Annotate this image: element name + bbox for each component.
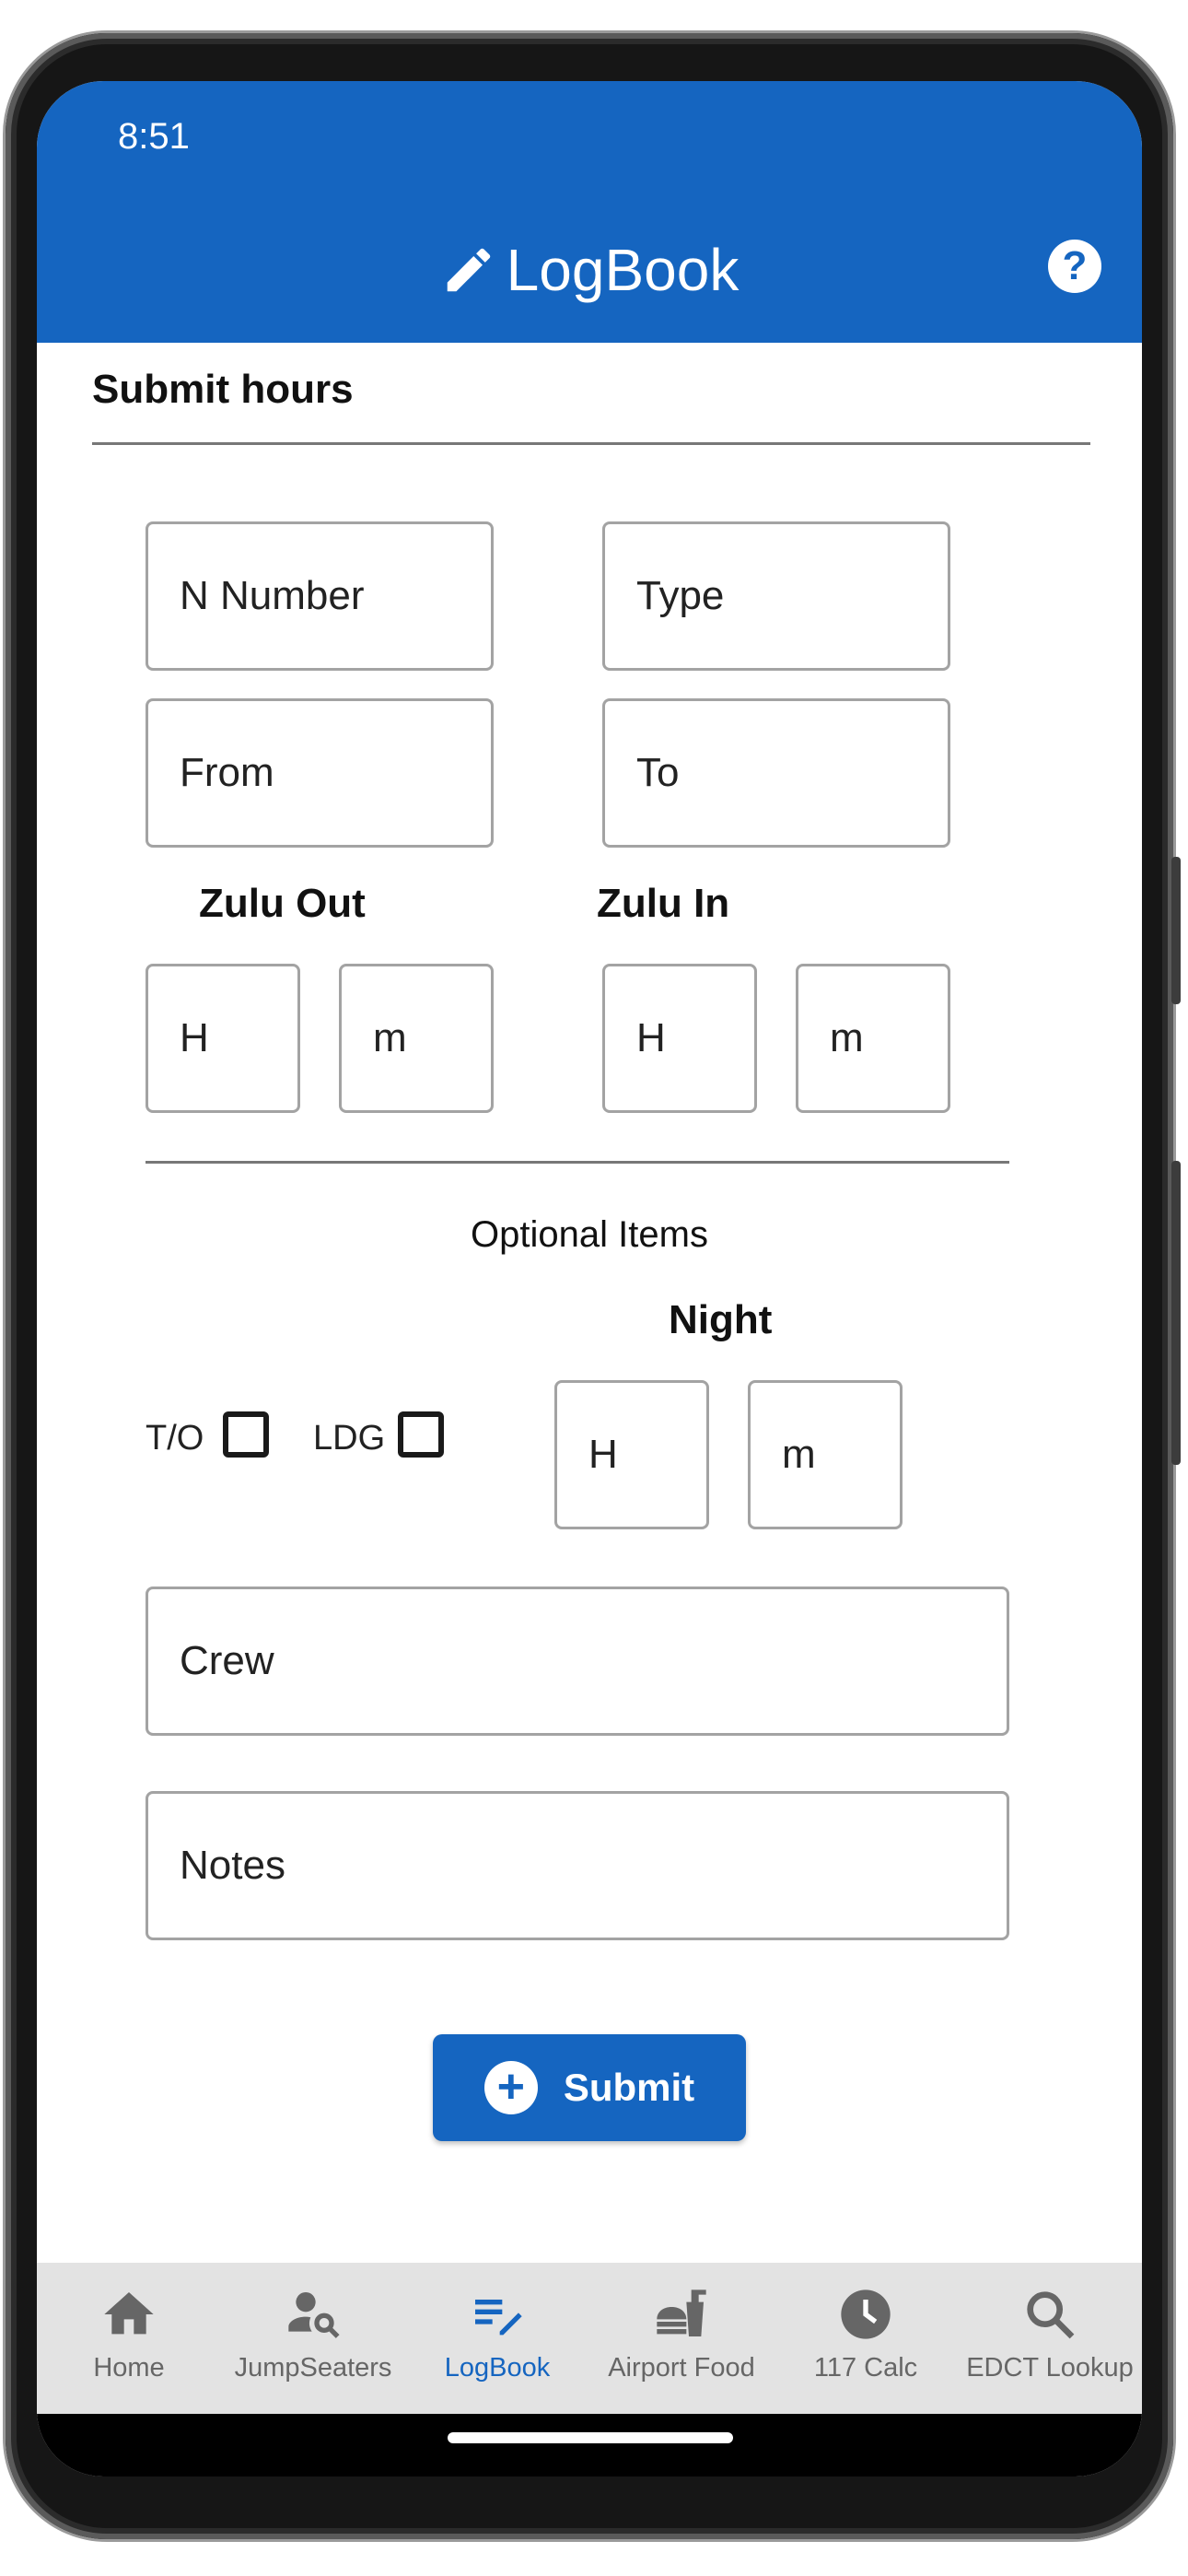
from-placeholder: From: [180, 750, 274, 795]
submit-label: Submit: [563, 2066, 695, 2109]
submit-button[interactable]: + Submit: [433, 2034, 746, 2141]
nav-label-logbook: LogBook: [444, 2353, 551, 2383]
nav-label-jumpseaters: JumpSeaters: [234, 2353, 392, 2383]
power-button: [1171, 857, 1181, 1004]
fastfood-icon: [657, 2289, 706, 2336]
zulu-in-minute-input[interactable]: m: [796, 964, 950, 1113]
takeoff-label: T/O: [146, 1419, 204, 1458]
device-frame: 8:51 LogBook ? Submit hours N Number Typ…: [0, 0, 1188, 2576]
n-number-input[interactable]: N Number: [146, 521, 494, 671]
page-title: LogBook: [506, 237, 740, 303]
night-hour-input[interactable]: H: [554, 1380, 709, 1529]
zulu-out-minute-input[interactable]: m: [339, 964, 494, 1113]
notes-placeholder: Notes: [180, 1843, 285, 1888]
pencil-icon: [447, 248, 490, 292]
app-title-group: LogBook: [37, 228, 1142, 311]
zulu-out-label: Zulu Out: [199, 881, 366, 926]
home-indicator[interactable]: [448, 2432, 733, 2443]
app-screen: 8:51 LogBook ? Submit hours N Number Typ…: [37, 81, 1142, 2476]
nav-label-117-calc: 117 Calc: [813, 2353, 918, 2383]
system-gesture-bar: [37, 2414, 1142, 2476]
night-minute-input[interactable]: m: [748, 1380, 903, 1529]
optional-items-label: Optional Items: [471, 1214, 708, 1255]
search-icon: [1027, 2291, 1075, 2339]
landing-label: LDG: [313, 1419, 386, 1458]
nav-item-117-calc[interactable]: 117 Calc: [774, 2263, 958, 2414]
hour-placeholder: H: [588, 1432, 618, 1477]
type-placeholder: Type: [636, 573, 725, 618]
clock-icon: [841, 2289, 891, 2339]
nav-label-airport-food: Airport Food: [608, 2353, 755, 2383]
zulu-in-label: Zulu In: [597, 881, 730, 926]
zulu-in-hour-input[interactable]: H: [602, 964, 757, 1113]
from-input[interactable]: From: [146, 698, 494, 848]
section-divider: [92, 442, 1090, 445]
to-input[interactable]: To: [602, 698, 950, 848]
nav-item-logbook[interactable]: LogBook: [405, 2263, 589, 2414]
home-icon: [104, 2292, 154, 2335]
crew-input[interactable]: Crew: [146, 1587, 1009, 1736]
nav-item-airport-food[interactable]: Airport Food: [589, 2263, 774, 2414]
nav-item-jumpseaters[interactable]: JumpSeaters: [221, 2263, 405, 2414]
type-input[interactable]: Type: [602, 521, 950, 671]
nav-label-edct-lookup: EDCT Lookup: [966, 2353, 1134, 2383]
takeoff-checkbox[interactable]: [223, 1411, 269, 1458]
hour-placeholder: H: [636, 1015, 666, 1060]
nav-item-home[interactable]: Home: [37, 2263, 221, 2414]
minute-placeholder: m: [830, 1015, 864, 1060]
nav-label-home: Home: [93, 2353, 165, 2383]
zulu-out-hour-input[interactable]: H: [146, 964, 300, 1113]
landing-checkbox[interactable]: [398, 1411, 444, 1458]
minute-placeholder: m: [373, 1015, 407, 1060]
n-number-placeholder: N Number: [180, 573, 365, 618]
plus-circle-icon: +: [483, 2061, 538, 2114]
optional-divider: [146, 1161, 1009, 1164]
section-title: Submit hours: [92, 367, 354, 412]
status-time: 8:51: [118, 116, 190, 157]
help-circle-icon[interactable]: ?: [1048, 240, 1101, 293]
minute-placeholder: m: [782, 1432, 816, 1477]
app-bar: 8:51 LogBook ?: [37, 81, 1142, 343]
edit-note-icon: [475, 2300, 522, 2336]
bottom-navigation: Home JumpSeaters LogBook Airport Food 11…: [37, 2263, 1142, 2414]
crew-placeholder: Crew: [180, 1638, 274, 1683]
hour-placeholder: H: [180, 1015, 209, 1060]
to-placeholder: To: [636, 750, 680, 795]
volume-button: [1171, 1161, 1181, 1465]
nav-item-edct-lookup[interactable]: EDCT Lookup: [958, 2263, 1142, 2414]
person-search-icon: [288, 2292, 340, 2338]
notes-input[interactable]: Notes: [146, 1791, 1009, 1940]
night-label: Night: [669, 1297, 773, 1342]
